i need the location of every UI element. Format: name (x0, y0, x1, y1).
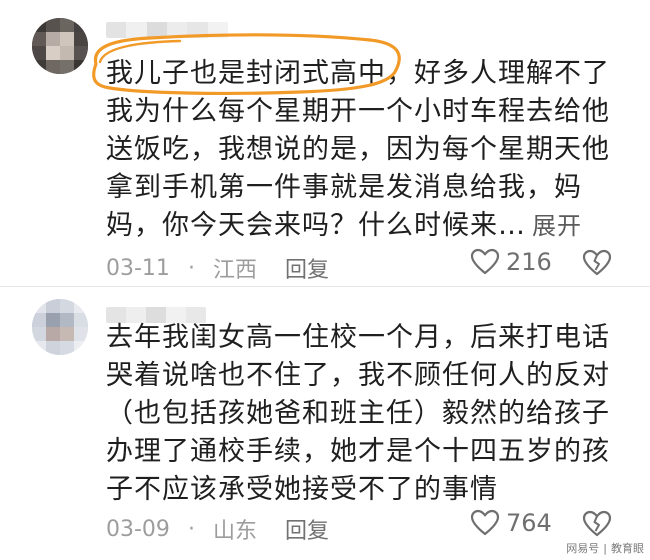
comment-location: 江西 (212, 258, 257, 283)
heart-outline-icon (470, 509, 500, 536)
expand-link[interactable]: 展开 (532, 212, 582, 240)
comment-item: 我儿子也是封闭式高中，好多人理解不了我为什么每个星期开一个小时车程去给他送饭吃，… (0, 0, 650, 286)
comment-meta: 03-09 · 山东 回复 (106, 513, 329, 545)
reply-button[interactable]: 回复 (285, 513, 329, 545)
like-count: 216 (506, 248, 552, 276)
comment-date: 03-09 (106, 516, 170, 542)
like-button[interactable]: 216 (470, 248, 552, 276)
watermark-source: 教育眼 (611, 542, 644, 555)
comment-item: 去年我闺女高一住校一个月，后来打电话哭着说啥也不住了，我不顾任何人的反对（也包括… (0, 287, 650, 560)
comment-meta: 03-11 · 江西 回复 (106, 252, 329, 284)
broken-heart-icon (582, 249, 612, 276)
watermark: 网易号 | 教育眼 (566, 540, 644, 556)
meta-separator: · (187, 255, 195, 281)
dislike-button[interactable] (582, 249, 612, 281)
heart-outline-icon (470, 248, 500, 275)
avatar[interactable] (32, 299, 88, 355)
reply-button[interactable]: 回复 (285, 252, 329, 284)
broken-heart-icon (582, 510, 612, 537)
watermark-brand: 网易号 (566, 542, 600, 555)
like-count: 764 (506, 509, 552, 537)
comment-body: 去年我闺女高一住校一个月，后来打电话哭着说啥也不住了，我不顾任何人的反对（也包括… (106, 322, 610, 505)
comment-location: 山东 (212, 519, 257, 544)
dislike-button[interactable] (582, 510, 612, 542)
username-blurred[interactable] (106, 22, 228, 38)
like-button[interactable]: 764 (470, 509, 552, 537)
comment-date: 03-11 (106, 255, 170, 281)
comment-text: 我儿子也是封闭式高中，好多人理解不了我为什么每个星期开一个小时车程去给他送饭吃，… (106, 55, 626, 245)
meta-separator: · (187, 516, 195, 542)
avatar[interactable] (32, 18, 88, 74)
comment-text: 去年我闺女高一住校一个月，后来打电话哭着说啥也不住了，我不顾任何人的反对（也包括… (106, 319, 626, 509)
watermark-separator: | (603, 541, 607, 555)
